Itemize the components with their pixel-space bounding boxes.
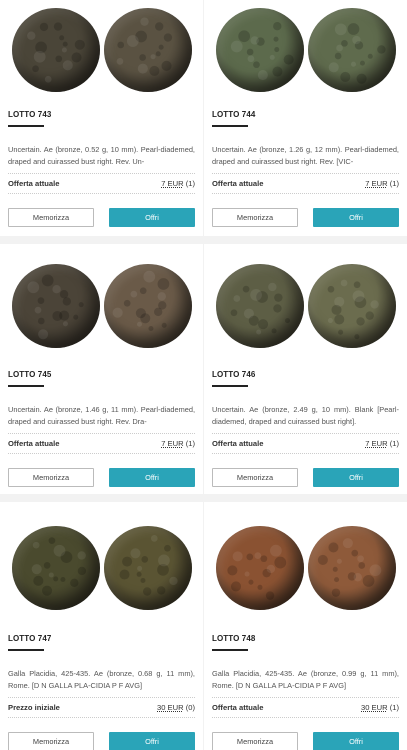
bid-count: (1) xyxy=(185,179,195,188)
bid-count: (1) xyxy=(185,439,195,448)
lot-description: Galla Placidia, 425-435. Ae (bronze, 0.9… xyxy=(212,669,399,691)
lot-title-underline xyxy=(212,385,248,387)
price-label: Prezzo iniziale xyxy=(8,703,60,712)
price-row: Offerta attuale 7 EUR (1) xyxy=(212,173,399,194)
lot-description: Uncertain. Ae (bronze, 0.52 g, 10 mm). P… xyxy=(8,145,195,167)
lot-description: Uncertain. Ae (bronze, 1.46 g, 11 mm). P… xyxy=(8,405,195,427)
offer-button[interactable]: Offri xyxy=(313,208,399,227)
lot-title-underline xyxy=(212,125,248,127)
price-label: Offerta attuale xyxy=(212,703,264,712)
coin-reverse-image[interactable] xyxy=(103,8,192,92)
price-value: 7 EUR (1) xyxy=(365,439,399,448)
lot-card: LOTTO 743 Uncertain. Ae (bronze, 0.52 g,… xyxy=(0,0,203,244)
lot-title-underline xyxy=(212,649,248,651)
lot-card: LOTTO 746 Uncertain. Ae (bronze, 2.49 g,… xyxy=(204,244,407,502)
action-buttons: Memorizza Offri xyxy=(212,732,399,750)
lot-title[interactable]: LOTTO 748 xyxy=(212,634,399,643)
price-amount[interactable]: 30 EUR xyxy=(157,703,184,712)
lot-title[interactable]: LOTTO 743 xyxy=(8,110,195,119)
price-value: 30 EUR (1) xyxy=(361,703,399,712)
bid-count: (1) xyxy=(389,179,399,188)
coin-reverse-image[interactable] xyxy=(307,526,396,610)
coin-obverse-image[interactable] xyxy=(11,264,100,348)
save-button[interactable]: Memorizza xyxy=(8,208,94,227)
lot-title[interactable]: LOTTO 745 xyxy=(8,370,195,379)
lot-card: LOTTO 748 Galla Placidia, 425-435. Ae (b… xyxy=(204,502,407,750)
price-value: 30 EUR (0) xyxy=(157,703,195,712)
save-button[interactable]: Memorizza xyxy=(8,732,94,750)
lot-title-underline xyxy=(8,649,44,651)
price-amount[interactable]: 7 EUR xyxy=(365,179,387,188)
lot-card: LOTTO 747 Galla Placidia, 425-435. Ae (b… xyxy=(0,502,203,750)
coin-images[interactable] xyxy=(212,516,399,620)
action-buttons: Memorizza Offri xyxy=(212,468,399,487)
price-value: 7 EUR (1) xyxy=(161,439,195,448)
price-row: Prezzo iniziale 30 EUR (0) xyxy=(8,697,195,718)
price-row: Offerta attuale 7 EUR (1) xyxy=(8,433,195,454)
lot-grid: LOTTO 743 Uncertain. Ae (bronze, 0.52 g,… xyxy=(0,0,407,750)
save-button[interactable]: Memorizza xyxy=(212,732,298,750)
price-row: Offerta attuale 7 EUR (1) xyxy=(8,173,195,194)
action-buttons: Memorizza Offri xyxy=(212,208,399,227)
lot-title-underline xyxy=(8,125,44,127)
coin-reverse-image[interactable] xyxy=(103,526,192,610)
offer-button[interactable]: Offri xyxy=(313,732,399,750)
lot-description: Uncertain. Ae (bronze, 2.49 g, 10 mm). B… xyxy=(212,405,399,427)
save-button[interactable]: Memorizza xyxy=(212,208,298,227)
price-value: 7 EUR (1) xyxy=(161,179,195,188)
coin-images[interactable] xyxy=(8,516,195,620)
lot-description: Uncertain. Ae (bronze, 1.26 g, 12 mm). P… xyxy=(212,145,399,167)
offer-button[interactable]: Offri xyxy=(313,468,399,487)
bid-count: (0) xyxy=(185,703,195,712)
price-label: Offerta attuale xyxy=(212,439,264,448)
price-label: Offerta attuale xyxy=(8,439,60,448)
lot-card: LOTTO 744 Uncertain. Ae (bronze, 1.26 g,… xyxy=(204,0,407,244)
price-label: Offerta attuale xyxy=(212,179,264,188)
bid-count: (1) xyxy=(389,439,399,448)
offer-button[interactable]: Offri xyxy=(109,208,195,227)
coin-obverse-image[interactable] xyxy=(11,526,100,610)
lot-title[interactable]: LOTTO 747 xyxy=(8,634,195,643)
coin-images[interactable] xyxy=(212,4,399,96)
coin-obverse-image[interactable] xyxy=(215,264,304,348)
coin-images[interactable] xyxy=(212,256,399,356)
price-amount[interactable]: 30 EUR xyxy=(361,703,388,712)
coin-reverse-image[interactable] xyxy=(103,264,192,348)
coin-images[interactable] xyxy=(8,256,195,356)
action-buttons: Memorizza Offri xyxy=(8,732,195,750)
price-amount[interactable]: 7 EUR xyxy=(161,179,183,188)
lot-title-underline xyxy=(8,385,44,387)
price-amount[interactable]: 7 EUR xyxy=(365,439,387,448)
coin-images[interactable] xyxy=(8,4,195,96)
offer-button[interactable]: Offri xyxy=(109,468,195,487)
lot-card: LOTTO 745 Uncertain. Ae (bronze, 1.46 g,… xyxy=(0,244,203,502)
coin-obverse-image[interactable] xyxy=(11,8,100,92)
price-value: 7 EUR (1) xyxy=(365,179,399,188)
save-button[interactable]: Memorizza xyxy=(8,468,94,487)
offer-button[interactable]: Offri xyxy=(109,732,195,750)
lot-title[interactable]: LOTTO 746 xyxy=(212,370,399,379)
lot-description: Galla Placidia, 425-435. Ae (bronze, 0.6… xyxy=(8,669,195,691)
price-label: Offerta attuale xyxy=(8,179,60,188)
lot-title[interactable]: LOTTO 744 xyxy=(212,110,399,119)
coin-obverse-image[interactable] xyxy=(215,8,304,92)
save-button[interactable]: Memorizza xyxy=(212,468,298,487)
price-row: Offerta attuale 7 EUR (1) xyxy=(212,433,399,454)
action-buttons: Memorizza Offri xyxy=(8,208,195,227)
coin-reverse-image[interactable] xyxy=(307,8,396,92)
coin-obverse-image[interactable] xyxy=(215,526,304,610)
coin-reverse-image[interactable] xyxy=(307,264,396,348)
action-buttons: Memorizza Offri xyxy=(8,468,195,487)
price-row: Offerta attuale 30 EUR (1) xyxy=(212,697,399,718)
bid-count: (1) xyxy=(389,703,399,712)
price-amount[interactable]: 7 EUR xyxy=(161,439,183,448)
